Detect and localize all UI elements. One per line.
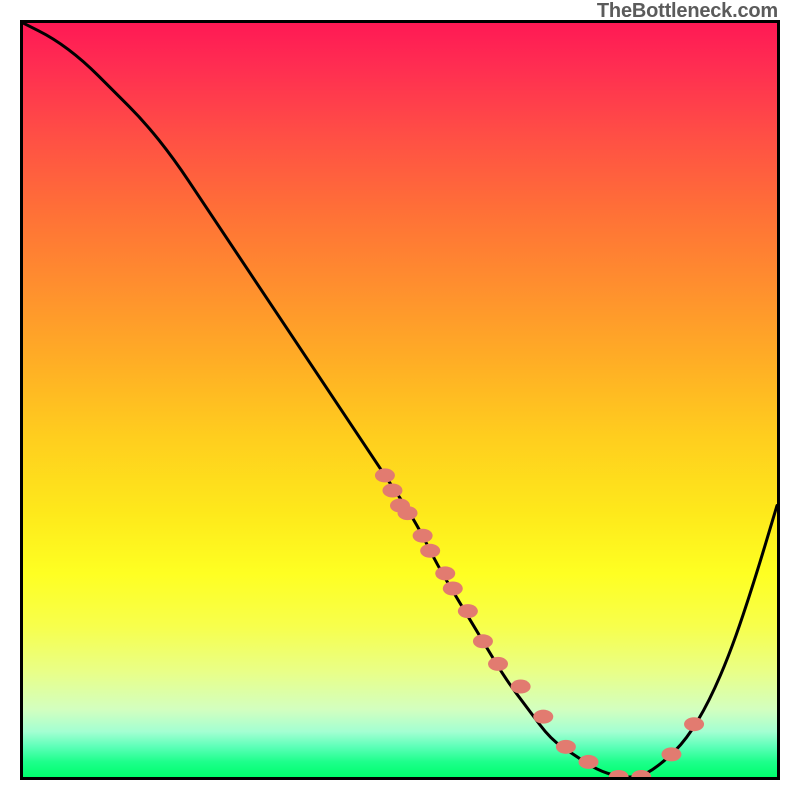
scatter-marker [413,529,433,543]
scatter-marker [511,680,531,694]
scatter-marker [443,582,463,596]
chart-frame [20,20,780,780]
scatter-marker [533,710,553,724]
chart-plot [23,23,777,777]
scatter-marker [398,506,418,520]
scatter-marker [382,483,402,497]
scatter-marker [661,747,681,761]
scatter-marker [609,770,629,777]
scatter-marker [458,604,478,618]
scatter-marker [473,634,493,648]
scatter-marker [684,717,704,731]
scatter-marker [488,657,508,671]
scatter-marker [375,468,395,482]
scatter-marker [435,566,455,580]
scatter-marker [420,544,440,558]
scatter-marker [579,755,599,769]
scatter-markers [375,468,704,777]
curve-path [23,23,777,777]
scatter-marker [556,740,576,754]
